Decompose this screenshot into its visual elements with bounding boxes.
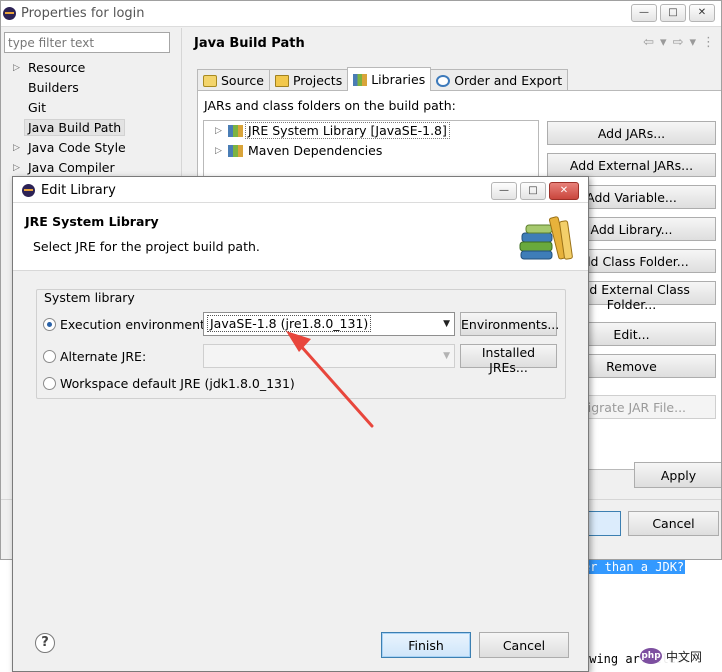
- edit-library-dialog: Edit Library — □ ✕ JRE System Library Se…: [12, 176, 589, 672]
- properties-window-title: Properties for login: [21, 6, 145, 21]
- nav-item-git[interactable]: Git: [1, 99, 181, 119]
- execution-environment-option[interactable]: Execution environment:: [43, 314, 209, 334]
- expand-chevron-icon[interactable]: ▷: [13, 159, 20, 177]
- library-icon: [228, 145, 243, 157]
- watermark: php 中文网: [640, 642, 720, 670]
- close-button[interactable]: ✕: [689, 4, 715, 22]
- filter-input[interactable]: [4, 32, 170, 53]
- watermark-text: 中文网: [666, 649, 703, 664]
- properties-titlebar: Properties for login — □ ✕: [1, 1, 721, 27]
- dialog-close-button[interactable]: ✕: [549, 182, 579, 200]
- expand-chevron-icon[interactable]: ▷: [215, 121, 222, 141]
- environments-button[interactable]: Environments...: [460, 312, 559, 336]
- library-item-maven[interactable]: ▷ Maven Dependencies: [204, 141, 538, 161]
- library-books-icon: [519, 216, 573, 260]
- dialog-titlebar: Edit Library — □ ✕: [13, 177, 588, 203]
- nav-item-resource[interactable]: ▷ Resource: [1, 59, 181, 79]
- dialog-header: JRE System Library Select JRE for the pr…: [13, 203, 588, 271]
- library-icon: [228, 125, 243, 137]
- workspace-default-jre-option[interactable]: Workspace default JRE (jdk1.8.0_131): [43, 373, 295, 393]
- finish-button[interactable]: Finish: [381, 632, 471, 658]
- help-icon[interactable]: ?: [35, 633, 55, 653]
- expand-chevron-icon[interactable]: ▷: [13, 59, 20, 77]
- execution-environment-radio[interactable]: [43, 317, 56, 331]
- alternate-jre-select[interactable]: ▼: [203, 344, 455, 368]
- nav-item-java-code-style[interactable]: ▷ Java Code Style: [1, 139, 181, 159]
- add-jars-button[interactable]: Add JARs...: [547, 121, 716, 145]
- tab-source[interactable]: Source: [197, 69, 270, 91]
- execution-environment-select[interactable]: JavaSE-1.8 (jre1.8.0_131) ▼: [203, 312, 455, 336]
- php-logo-icon: php: [640, 648, 662, 664]
- editor-selected-text: er than a JDK?: [582, 560, 686, 574]
- page-title: Java Build Path: [194, 36, 305, 51]
- installed-jres-button[interactable]: Installed JREs...: [460, 344, 557, 375]
- tab-libraries[interactable]: Libraries: [347, 67, 432, 91]
- forward-arrow-icon[interactable]: ⇨: [673, 35, 684, 50]
- dialog-header-description: Select JRE for the project build path.: [33, 239, 260, 254]
- projects-icon: [274, 74, 289, 87]
- tab-projects[interactable]: Projects: [268, 69, 349, 91]
- order-export-icon: [436, 74, 451, 87]
- minimize-button[interactable]: —: [631, 4, 657, 22]
- nav-item-builders[interactable]: Builders: [1, 79, 181, 99]
- properties-nav-tree: ▷ Resource Builders Git Java Build Path …: [1, 59, 181, 179]
- eclipse-icon: [3, 7, 16, 20]
- dropdown-arrow-icon[interactable]: ▼: [443, 345, 450, 367]
- forward-dropdown-icon[interactable]: ▾: [689, 35, 696, 50]
- history-nav: ⇦ ▾ ⇨ ▾ ⋮: [643, 35, 715, 50]
- nav-item-java-build-path[interactable]: Java Build Path: [1, 119, 181, 139]
- library-item-jre[interactable]: ▷ JRE System Library [JavaSE-1.8]: [204, 121, 538, 141]
- back-arrow-icon[interactable]: ⇦: [643, 35, 654, 50]
- system-library-group-label: System library: [43, 290, 136, 305]
- add-external-jars-button[interactable]: Add External JARs...: [547, 153, 716, 177]
- back-dropdown-icon[interactable]: ▾: [660, 35, 667, 50]
- dialog-title: Edit Library: [41, 183, 116, 198]
- alternate-jre-radio[interactable]: [43, 349, 56, 363]
- tab-order-and-export[interactable]: Order and Export: [430, 69, 569, 91]
- maximize-button[interactable]: □: [660, 4, 686, 22]
- libraries-icon: [353, 73, 368, 86]
- expand-chevron-icon[interactable]: ▷: [13, 139, 20, 157]
- apply-button[interactable]: Apply: [634, 462, 721, 488]
- dropdown-arrow-icon[interactable]: ▼: [443, 313, 450, 335]
- view-menu-icon[interactable]: ⋮: [702, 35, 715, 50]
- tab-description: JARs and class folders on the build path…: [204, 98, 456, 113]
- dialog-minimize-button[interactable]: —: [491, 182, 517, 200]
- source-folder-icon: [203, 74, 217, 87]
- properties-cancel-button[interactable]: Cancel: [628, 511, 719, 536]
- eclipse-icon: [22, 184, 35, 197]
- cancel-button[interactable]: Cancel: [479, 632, 569, 658]
- dialog-header-title: JRE System Library: [25, 214, 159, 229]
- build-path-tabs: Source Projects Libraries Order and Expo…: [197, 67, 569, 91]
- expand-chevron-icon[interactable]: ▷: [215, 141, 222, 161]
- dialog-maximize-button[interactable]: □: [520, 182, 546, 200]
- alternate-jre-option[interactable]: Alternate JRE:: [43, 346, 146, 366]
- workspace-default-jre-radio[interactable]: [43, 376, 56, 390]
